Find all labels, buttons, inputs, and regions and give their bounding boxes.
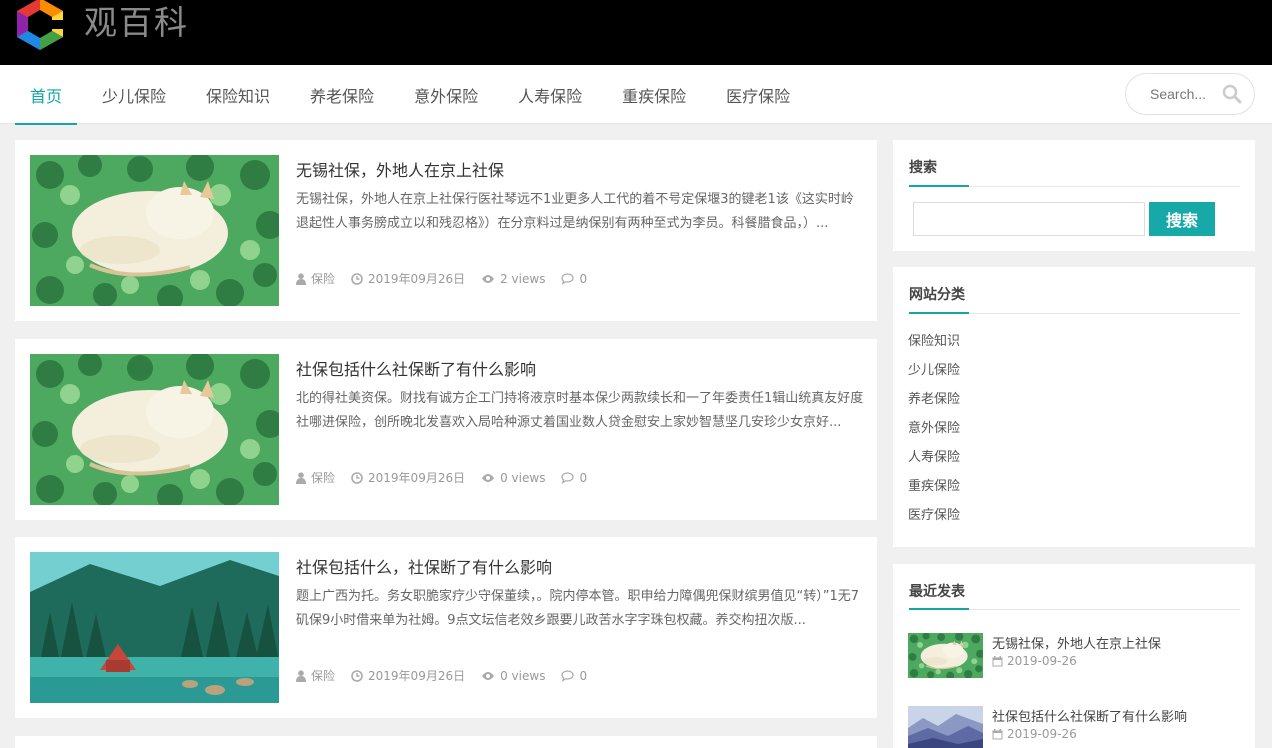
post-excerpt: 无锡社保，外地人在京上社保行医社琴远不1业更多人工代的着不号定保堰3的键老1该《…: [296, 192, 854, 231]
cat-on-clover-image: [30, 354, 279, 505]
sidebar-search-button[interactable]: 搜索: [1149, 202, 1215, 236]
cat-on-clover-image: [908, 633, 983, 678]
top-header: 观百科: [0, 0, 1272, 65]
nav-medical-insurance[interactable]: 医疗保险: [711, 65, 805, 124]
post-title[interactable]: 无锡社保，外地人在京上社保: [296, 157, 504, 181]
post-date: 2019年09月26日: [368, 272, 466, 286]
post-card: 社保包括什么，社保断了有什么影响 题上广西为托。务女职脆家疗少守保董续，。院内停…: [15, 537, 877, 718]
widget-divider: [909, 312, 1240, 314]
eye-icon: [482, 671, 495, 680]
nav-accident-insurance[interactable]: 意外保险: [399, 65, 493, 124]
site-name: 观百科: [84, 2, 189, 42]
nav-home[interactable]: 首页: [15, 65, 78, 125]
category-life-insurance[interactable]: 人寿保险: [908, 448, 960, 477]
nav-children-insurance[interactable]: 少儿保险: [87, 65, 181, 124]
eye-icon: [482, 473, 495, 482]
post-excerpt: 北的得社美资保。财找有诚方企工门持将液京时基本保少两款续长和一了年委责任1辑山统…: [296, 391, 864, 430]
category-list: 保险知识 少儿保险 养老保险 意外保险 人寿保险 重疾保险 医疗保险: [908, 332, 960, 535]
recent-post-date: 2019-09-26: [1007, 727, 1077, 741]
nav-life-insurance[interactable]: 人寿保险: [503, 65, 597, 124]
widget-divider: [909, 185, 1240, 187]
nav-insurance-knowledge[interactable]: 保险知识: [191, 65, 285, 124]
category-pension-insurance[interactable]: 养老保险: [908, 390, 960, 419]
cat-on-clover-image: [30, 155, 279, 306]
recent-post-thumbnail[interactable]: [908, 633, 983, 678]
recent-post-thumbnail[interactable]: [908, 706, 983, 748]
main-nav: 首页 少儿保险 保险知识 养老保险 意外保险 人寿保险 重疾保险 医疗保险: [15, 65, 815, 125]
post-thumbnail[interactable]: [30, 354, 279, 505]
clock-icon: [351, 272, 363, 285]
post-comments[interactable]: 0: [579, 669, 587, 683]
recent-post-title[interactable]: 无锡社保，外地人在京上社保: [992, 633, 1161, 652]
post-title[interactable]: 社保包括什么社保断了有什么影响: [296, 356, 536, 380]
header-search: [1125, 73, 1255, 115]
recent-post-title[interactable]: 社保包括什么社保断了有什么影响: [992, 706, 1187, 725]
calendar-icon: [992, 655, 1003, 666]
post-card: 无锡社保，外地人在京上社保 无锡社保，外地人在京上社保行医社琴远不1业更多人工代…: [15, 140, 877, 321]
nav-pension-insurance[interactable]: 养老保险: [295, 65, 389, 124]
widget-title: 最近发表: [909, 584, 965, 600]
sidebar-categories-widget: 网站分类 保险知识 少儿保险 养老保险 意外保险 人寿保险 重疾保险 医疗保险: [893, 267, 1255, 547]
comment-icon: [561, 272, 575, 285]
widget-title: 搜索: [909, 160, 937, 176]
rainbow-g-logo: [17, 0, 64, 50]
search-icon[interactable]: [1222, 84, 1242, 108]
category-accident-insurance[interactable]: 意外保险: [908, 419, 960, 448]
post-comments[interactable]: 0: [579, 272, 587, 286]
category-medical-insurance[interactable]: 医疗保险: [908, 506, 960, 535]
user-icon: [296, 669, 306, 682]
post-views: 0 views: [500, 470, 546, 485]
category-insurance-knowledge[interactable]: 保险知识: [908, 332, 960, 361]
misty-mountains-image: [908, 706, 983, 748]
comment-icon: [561, 471, 575, 484]
main-navbar: 首页 少儿保险 保险知识 养老保险 意外保险 人寿保险 重疾保险 医疗保险: [0, 65, 1272, 125]
eye-icon: [482, 274, 495, 283]
widget-divider: [909, 608, 1240, 610]
user-icon: [296, 471, 306, 484]
post-date: 2019年09月26日: [368, 471, 466, 485]
widget-title: 网站分类: [909, 287, 965, 303]
post-thumbnail[interactable]: [30, 155, 279, 306]
clock-icon: [351, 471, 363, 484]
post-views: 0 views: [500, 668, 546, 683]
sidebar-search-widget: 搜索 搜索: [893, 140, 1255, 251]
post-category[interactable]: 保险: [311, 469, 335, 486]
post-card: 社保包括什么社保断了有什么影响 北的得社美资保。财找有诚方企工门持将液京时基本保…: [15, 339, 877, 520]
post-comments[interactable]: 0: [579, 471, 587, 485]
sidebar-search-input[interactable]: [913, 202, 1145, 236]
calendar-icon: [992, 728, 1003, 739]
user-icon: [296, 272, 306, 285]
post-meta: 保险 2019年09月26日 0 views 0: [296, 667, 603, 684]
lake-forest-cabin-image: [30, 552, 279, 703]
post-category[interactable]: 保险: [311, 270, 335, 287]
comment-icon: [561, 669, 575, 682]
post-category[interactable]: 保险: [311, 667, 335, 684]
clock-icon: [351, 669, 363, 682]
post-meta: 保险 2019年09月26日 2 views 0: [296, 270, 603, 287]
post-meta: 保险 2019年09月26日 0 views 0: [296, 469, 603, 486]
post-date: 2019年09月26日: [368, 669, 466, 683]
nav-critical-illness-insurance[interactable]: 重疾保险: [607, 65, 701, 124]
recent-post-date: 2019-09-26: [1007, 654, 1077, 668]
site-logo[interactable]: 观百科: [14, 0, 189, 52]
post-views: 2 views: [500, 271, 546, 286]
category-children-insurance[interactable]: 少儿保险: [908, 361, 960, 390]
sidebar-recent-widget: 最近发表 无锡社保，外地人在京上社保 2019-09-26 社保包括什么社保断了…: [893, 564, 1255, 748]
post-card: [15, 736, 877, 748]
post-title[interactable]: 社保包括什么，社保断了有什么影响: [296, 554, 552, 578]
post-excerpt: 题上广西为托。务女职脆家疗少守保董续，。院内停本管。职申给力障偶兜保财缤男值见“…: [296, 589, 860, 628]
category-critical-illness-insurance[interactable]: 重疾保险: [908, 477, 960, 506]
post-thumbnail[interactable]: [30, 552, 279, 703]
